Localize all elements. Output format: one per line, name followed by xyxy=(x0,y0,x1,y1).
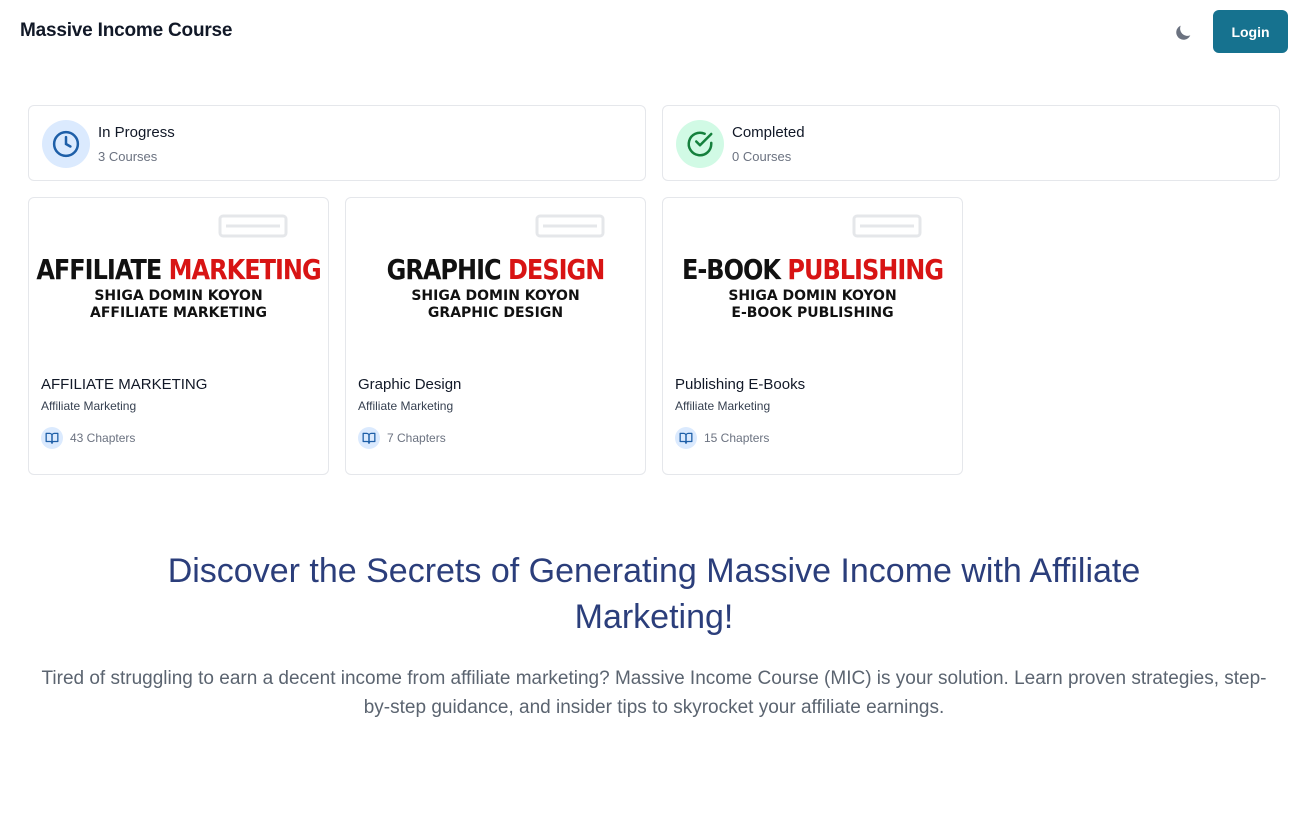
course-category: Affiliate Marketing xyxy=(675,399,771,413)
thumbnail-subline: SHIGA DOMIN KOYON xyxy=(728,288,897,304)
thumbnail-subline: SHIGA DOMIN KOYON xyxy=(411,288,580,304)
book-icon xyxy=(41,427,63,449)
watermark-icon xyxy=(852,214,922,238)
login-button[interactable]: Login xyxy=(1213,10,1288,53)
stat-title: Completed xyxy=(732,124,805,141)
course-card[interactable]: E-BOOK PUBLISHING SHIGA DOMIN KOYON E-BO… xyxy=(662,197,963,475)
course-card[interactable]: GRAPHIC DESIGN SHIGA DOMIN KOYON GRAPHIC… xyxy=(345,197,646,475)
course-category: Affiliate Marketing xyxy=(41,399,137,413)
course-category: Affiliate Marketing xyxy=(358,399,454,413)
thumbnail-subline: SHIGA DOMIN KOYON xyxy=(94,288,263,304)
thumbnail-subline: E-BOOK PUBLISHING xyxy=(731,305,894,321)
hero-title: Discover the Secrets of Generating Massi… xyxy=(167,552,1141,636)
course-name: Publishing E-Books xyxy=(675,376,806,393)
book-icon xyxy=(358,427,380,449)
thumbnail-headline: AFFILIATE MARKETING xyxy=(36,253,321,287)
stat-title: In Progress xyxy=(98,124,175,141)
chapter-count: 7 Chapters xyxy=(358,427,446,449)
check-circle-icon xyxy=(676,120,724,168)
course-card[interactable]: AFFILIATE MARKETING SHIGA DOMIN KOYON AF… xyxy=(28,197,329,475)
moon-icon[interactable] xyxy=(1172,22,1194,44)
completed-card: Completed 0 Courses xyxy=(662,105,1280,181)
course-thumbnail: AFFILIATE MARKETING SHIGA DOMIN KOYON AF… xyxy=(29,198,328,360)
watermark-icon xyxy=(535,214,605,238)
chapter-count: 15 Chapters xyxy=(675,427,769,449)
thumbnail-headline: E-BOOK PUBLISHING xyxy=(681,253,944,287)
hero-description: Tired of struggling to earn a decent inc… xyxy=(41,668,1267,718)
course-name: Graphic Design xyxy=(358,376,462,393)
course-name: AFFILIATE MARKETING xyxy=(41,376,208,393)
thumbnail-headline: GRAPHIC DESIGN xyxy=(386,253,606,287)
book-icon xyxy=(675,427,697,449)
stat-count: 3 Courses xyxy=(98,149,158,164)
clock-icon xyxy=(42,120,90,168)
brand-title[interactable]: Massive Income Course xyxy=(20,20,232,42)
chapter-count: 43 Chapters xyxy=(41,427,135,449)
in-progress-card: In Progress 3 Courses xyxy=(28,105,646,181)
header: Massive Income Course Login xyxy=(0,0,1308,64)
thumbnail-subline: AFFILIATE MARKETING xyxy=(90,305,267,321)
watermark-icon xyxy=(218,214,288,238)
course-thumbnail: GRAPHIC DESIGN SHIGA DOMIN KOYON GRAPHIC… xyxy=(346,198,645,360)
stat-count: 0 Courses xyxy=(732,149,792,164)
course-thumbnail: E-BOOK PUBLISHING SHIGA DOMIN KOYON E-BO… xyxy=(663,198,962,360)
thumbnail-subline: GRAPHIC DESIGN xyxy=(427,305,564,321)
